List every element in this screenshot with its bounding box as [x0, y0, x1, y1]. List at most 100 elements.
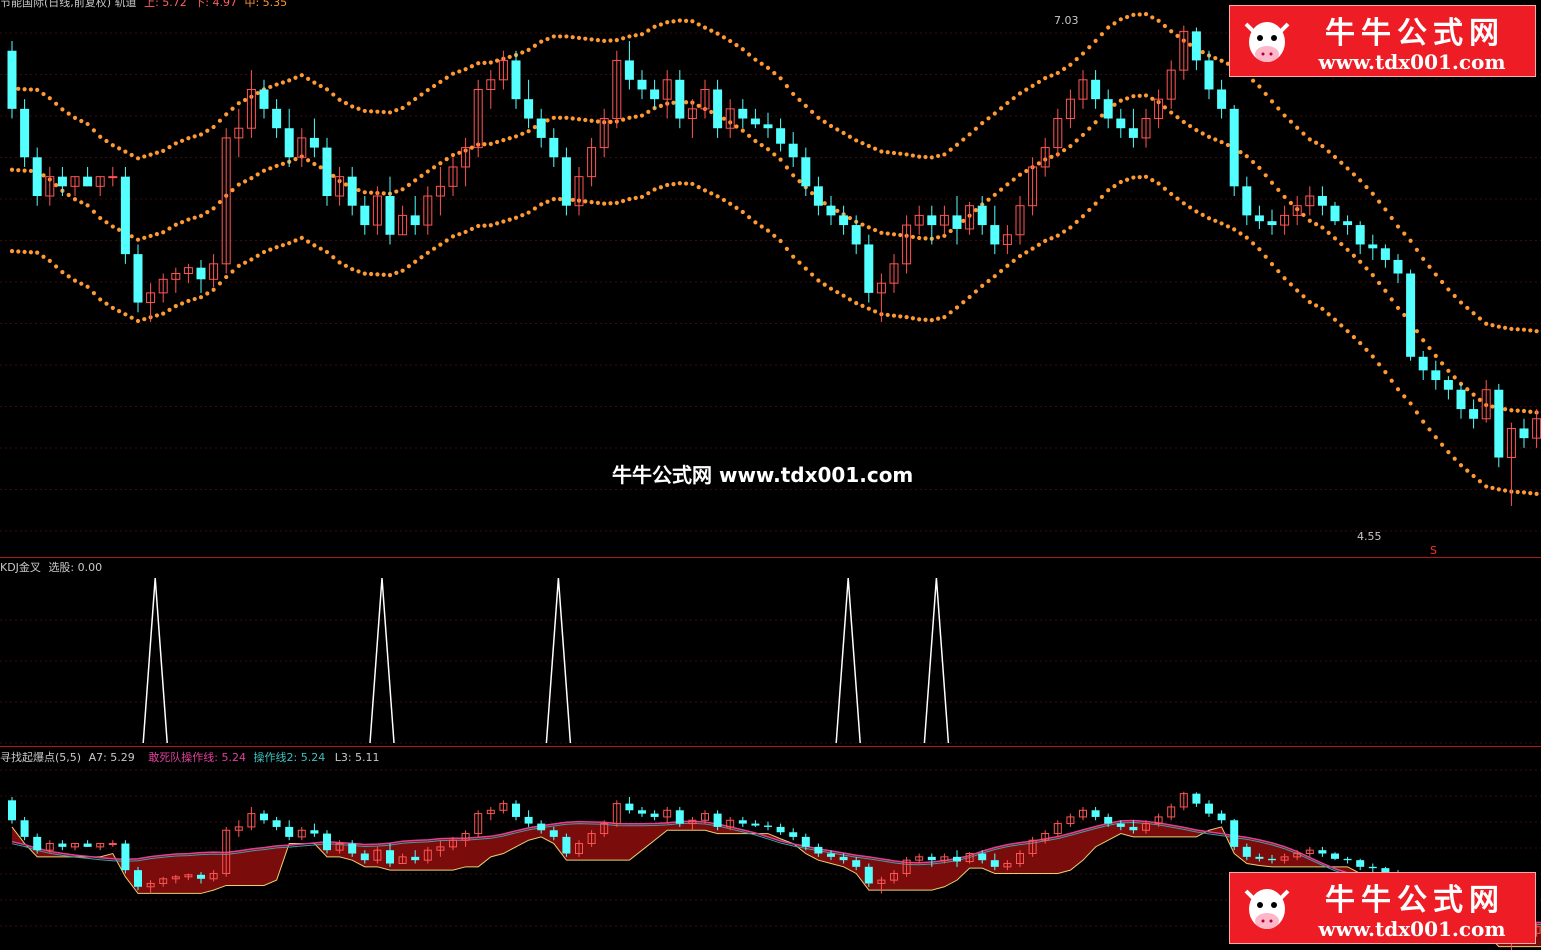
band-dot	[406, 182, 411, 187]
band-dot	[1213, 56, 1218, 61]
band-dot	[847, 215, 853, 221]
band-dot	[891, 313, 897, 318]
band-dot	[1219, 58, 1224, 63]
band-dot	[261, 168, 267, 173]
band-dot	[1433, 353, 1438, 358]
band-dot	[22, 87, 27, 92]
band-dot	[312, 80, 317, 85]
band-dot	[1099, 32, 1104, 37]
band-dot	[350, 267, 355, 272]
logo-badge-top: 牛牛公式网 www.tdx001.com	[1229, 5, 1536, 77]
band-dot	[249, 257, 254, 262]
band-dot	[1118, 98, 1123, 103]
band-dot	[1269, 99, 1275, 104]
band-dot	[646, 109, 651, 114]
band-dot	[1131, 94, 1136, 99]
candle-body	[322, 147, 332, 197]
band-dot	[488, 141, 493, 146]
band-dot	[740, 47, 745, 52]
candle-body	[1317, 196, 1327, 206]
band-dot	[135, 237, 141, 242]
mini-candle-body	[1116, 823, 1125, 827]
mini-candle-body	[310, 830, 319, 834]
band-dot	[186, 136, 191, 141]
band-dot	[765, 228, 771, 233]
band-dot	[684, 18, 689, 23]
band-dot	[614, 38, 619, 43]
band-dot	[1484, 321, 1489, 326]
band-dot	[1477, 479, 1482, 484]
band-dot	[16, 168, 21, 173]
candle-body	[196, 267, 206, 280]
band-dot	[117, 309, 122, 314]
band-dot	[1093, 38, 1098, 44]
band-dot	[803, 266, 808, 271]
band-dot	[961, 218, 966, 224]
band-dot	[255, 90, 260, 96]
band-dot	[54, 101, 59, 106]
band-dot	[696, 22, 701, 27]
candle-body	[977, 205, 987, 226]
band-dot	[589, 200, 594, 205]
candle-body	[713, 89, 723, 129]
band-dot	[583, 199, 588, 204]
band-dot	[1471, 473, 1476, 479]
mini-candle-body	[839, 856, 848, 861]
band-dot	[772, 233, 777, 238]
cow-logo-icon	[1244, 889, 1290, 929]
band-dot	[1150, 15, 1155, 20]
band-dot	[1421, 419, 1426, 424]
band-dot	[1036, 161, 1041, 166]
band-dot	[1175, 33, 1180, 39]
band-dot	[917, 154, 922, 159]
band-dot	[627, 34, 632, 39]
band-dot	[1477, 316, 1482, 321]
band-dot	[1251, 241, 1256, 246]
band-dot	[287, 241, 292, 246]
band-dot	[419, 255, 424, 260]
band-dot	[1395, 224, 1401, 229]
band-dot	[1282, 276, 1287, 281]
band-dot	[558, 34, 563, 39]
band-dot	[721, 197, 727, 203]
band-dot	[633, 195, 638, 201]
band-dot	[595, 200, 601, 205]
band-dot	[337, 97, 342, 102]
band-dot	[1452, 375, 1457, 380]
band-dot	[1370, 191, 1375, 196]
band-dot	[173, 304, 178, 309]
band-dot	[734, 124, 739, 129]
band-dot	[608, 119, 613, 124]
candle-body	[1519, 428, 1529, 439]
band-dot	[482, 142, 487, 147]
band-dot	[1515, 408, 1520, 413]
band-dot	[1534, 329, 1539, 334]
band-dot	[243, 179, 248, 184]
band-dot	[696, 185, 701, 190]
band-dot	[432, 83, 437, 89]
band-dot	[419, 173, 424, 179]
band-dot	[1181, 201, 1186, 206]
band-dot	[180, 301, 185, 306]
band-dot	[1364, 266, 1369, 271]
mini-candle-body	[927, 856, 936, 861]
band-dot	[1169, 29, 1174, 34]
candle-body	[385, 196, 395, 235]
band-dot	[1017, 91, 1023, 96]
band-dot	[1351, 253, 1356, 258]
band-dot	[28, 168, 33, 174]
mini-candle-body	[801, 836, 810, 847]
band-dot	[671, 19, 676, 24]
band-dot	[444, 238, 449, 243]
band-dot	[9, 167, 15, 172]
band-dot	[230, 106, 235, 111]
band-dot	[161, 148, 166, 153]
band-dot	[570, 116, 575, 121]
band-dot	[98, 215, 103, 221]
band-dot	[261, 249, 267, 255]
band-dot	[419, 92, 424, 97]
band-dot	[1446, 287, 1451, 292]
mini-candle-body	[108, 843, 117, 846]
band-dot	[1421, 338, 1426, 343]
band-dot	[658, 22, 664, 27]
